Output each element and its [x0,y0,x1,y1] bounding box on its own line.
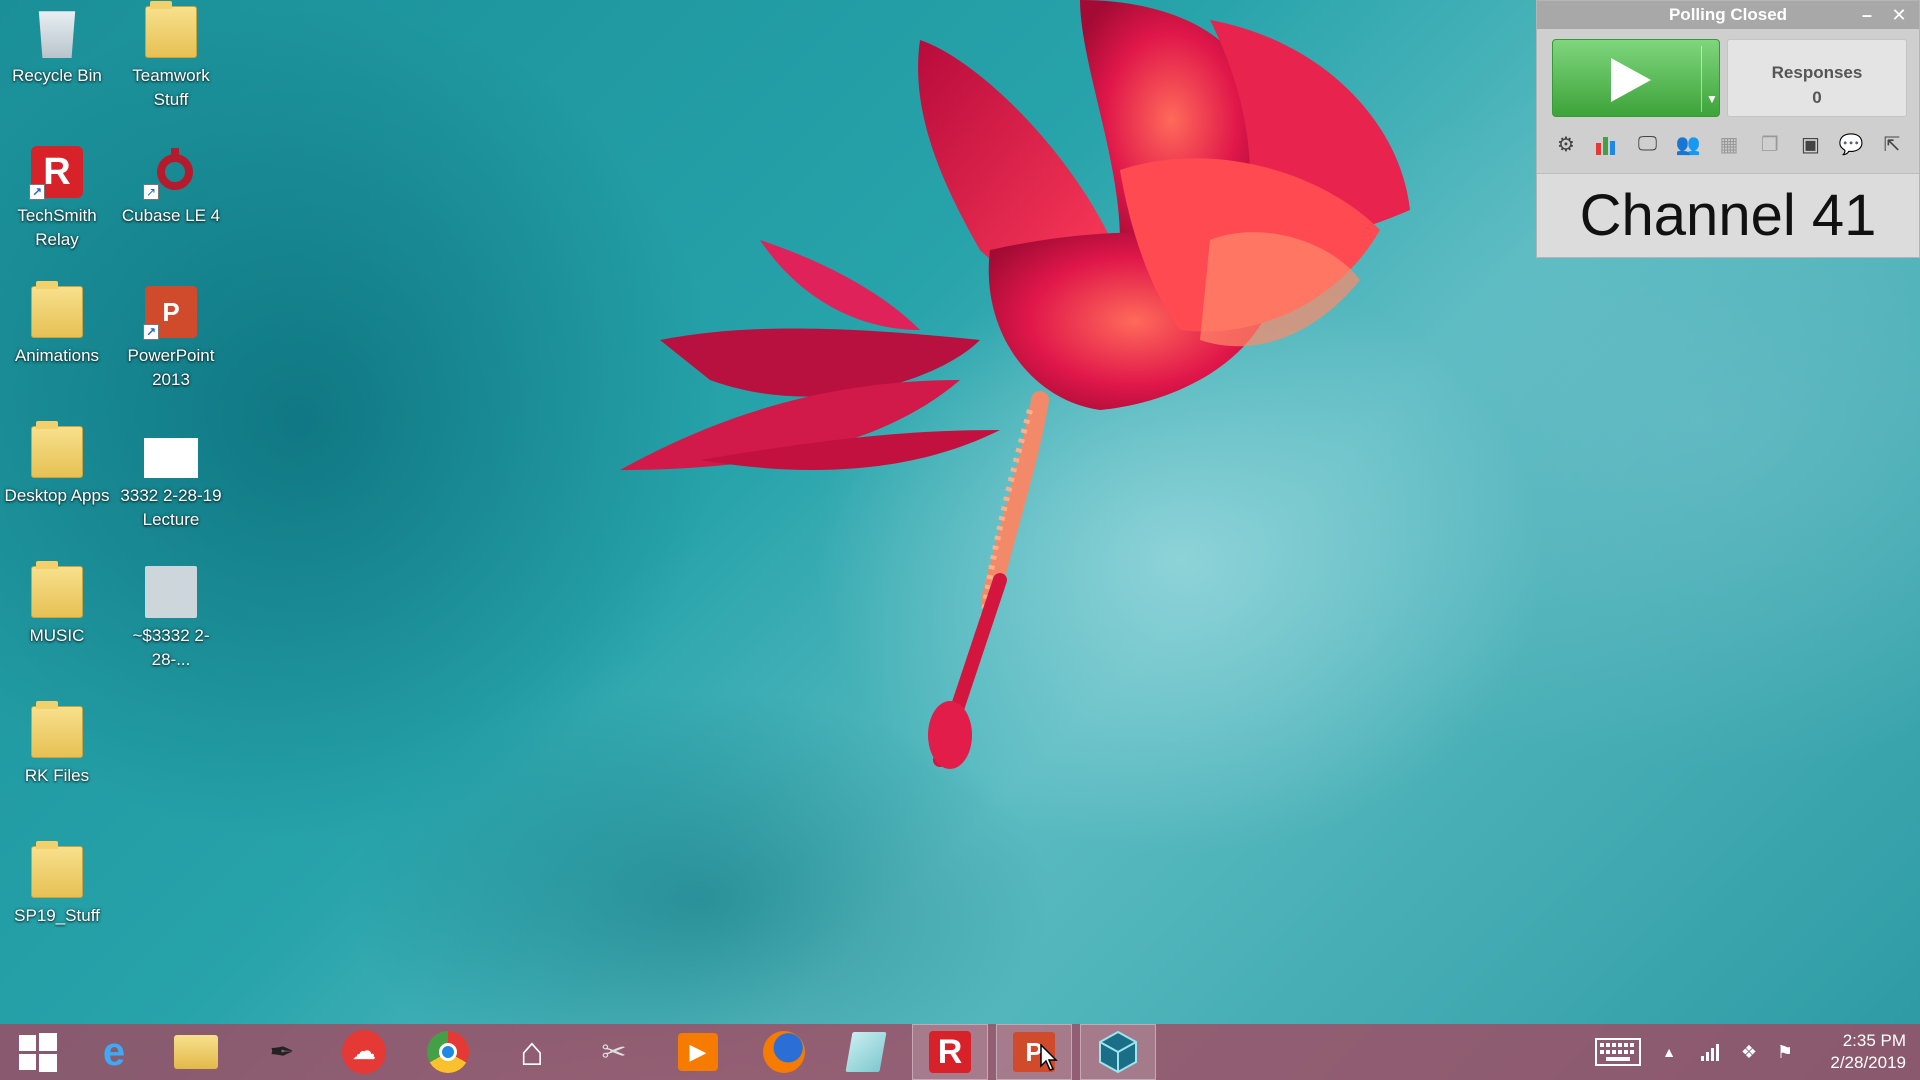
chrome-icon [426,1030,470,1074]
taskbar-notes[interactable] [828,1024,904,1080]
responses-label: Responses [1771,63,1863,82]
folder-icon [31,281,83,338]
icon-label: Animations [14,346,100,365]
polling-widget: Polling Closed – ✕ ▼ Responses 0 ⚙ 🖵 👥 ▦… [1536,0,1920,258]
folder-icon [31,841,83,898]
button-divider [1701,46,1702,112]
icon-label: Recycle Bin [12,66,102,85]
desktop-icon-desktop-apps[interactable]: Desktop Apps [2,421,112,508]
notes-icon [844,1030,888,1074]
poll-toolbar: ⚙ 🖵 👥 ▦ ❐ ▣ 💬 ⇱ [1545,125,1913,163]
clock[interactable]: 2:35 PM 2/28/2019 [1796,1030,1906,1074]
techsmith-relay-icon: R [928,1030,972,1074]
start-polling-button[interactable]: ▼ [1552,39,1720,117]
pen-icon: ✒ [269,1035,295,1069]
network-signal-icon[interactable] [1696,1024,1726,1080]
icon-label: PowerPoint 2013 [127,346,215,389]
clock-time: 2:35 PM [1842,1031,1906,1050]
display-icon[interactable]: 🖵 [1633,129,1663,159]
settings-icon[interactable]: ⚙ [1551,129,1581,159]
mouse-cursor-icon [1040,1044,1058,1071]
taskbar-pen-tool[interactable]: ✒ [244,1024,320,1080]
folder-icon [145,1,197,58]
media-player-icon: ▶ [676,1030,720,1074]
minimize-icon[interactable]: – [1853,1,1881,29]
internet-explorer-icon: e [102,1029,126,1074]
taskbar-3d-app[interactable] [1080,1024,1156,1080]
desktop-icon-cubase[interactable]: ↗ Cubase LE 4 [116,146,226,228]
icon-label: RK Files [24,766,90,785]
taskbar-internet-explorer[interactable]: e [76,1024,152,1080]
icon-label: SP19_Stuff [14,906,100,925]
folder-icon [31,561,83,618]
start-button[interactable] [0,1024,76,1080]
recycle-bin-icon [38,11,76,58]
taskbar-file-explorer[interactable] [158,1024,234,1080]
clock-date: 2/28/2019 [1830,1053,1906,1072]
folder-icon [31,701,83,758]
taskbar-powerpoint[interactable]: P [996,1024,1072,1080]
chat-icon[interactable]: 💬 [1836,129,1866,159]
document-icon [145,566,197,618]
taskbar-techsmith-relay[interactable]: R [912,1024,988,1080]
bar-chart-icon[interactable] [1592,129,1622,159]
desktop-icon-rk-files[interactable]: RK Files [2,701,112,788]
home-icon: ⌂ [519,1029,545,1074]
taskbar-firefox[interactable] [746,1024,822,1080]
cubase-icon: ↗ [143,146,197,200]
desktop-icon-animations[interactable]: Animations [2,281,112,368]
play-icon [1611,58,1651,102]
icon-label: ~$3332 2-28-... [132,626,210,669]
folder-icon [174,1030,218,1074]
desktop-icon-teamwork-stuff[interactable]: Teamwork Stuff [116,1,226,112]
taskbar-media-player[interactable]: ▶ [660,1024,736,1080]
cloud-icon: ☁ [342,1030,386,1074]
powerpoint-icon: P ↗ [143,286,197,340]
export-icon[interactable]: ⇱ [1877,129,1907,159]
icon-label: MUSIC [29,626,85,645]
desktop-icon-techsmith-relay[interactable]: R ↗ TechSmith Relay [2,146,112,252]
icon-label: Cubase LE 4 [121,206,221,225]
poll-title: Polling Closed [1668,5,1788,24]
stack-icon[interactable]: ❐ [1755,129,1785,159]
icon-label: Desktop Apps [4,486,110,505]
techsmith-relay-icon: R ↗ [29,146,83,200]
dropdown-chevron-icon[interactable]: ▼ [1706,92,1718,106]
windows-icon [19,1033,57,1072]
wallpaper-flower [620,0,1410,769]
responses-panel[interactable]: Responses 0 [1727,39,1907,117]
file-thumbnail-icon [144,438,198,478]
desktop-icon-lecture[interactable]: 3332 2-28-19 Lecture [116,426,226,532]
close-icon[interactable]: ✕ [1885,1,1913,29]
desktop-icon-temp-file[interactable]: ~$3332 2-28-... [116,566,226,672]
poll-titlebar[interactable]: Polling Closed – ✕ [1537,1,1919,29]
icon-label: TechSmith Relay [17,206,97,249]
image-icon[interactable]: ▣ [1796,129,1826,159]
icon-label: Teamwork Stuff [132,66,210,109]
taskbar-cloud[interactable]: ☁ [326,1024,402,1080]
desktop-icon-music[interactable]: MUSIC [2,561,112,648]
scissors-icon: ✂ [601,1035,627,1069]
cube-icon [1096,1030,1140,1074]
dropbox-icon[interactable]: ❖ [1734,1024,1764,1080]
grid-icon[interactable]: ▦ [1714,129,1744,159]
channel-display: Channel 41 [1537,173,1919,257]
desktop-icon-recycle-bin[interactable]: Recycle Bin [2,6,112,88]
taskbar-home[interactable]: ⌂ [494,1024,570,1080]
show-hidden-icons-chevron-icon[interactable]: ▲ [1654,1024,1684,1080]
desktop-icon-powerpoint[interactable]: P ↗ PowerPoint 2013 [116,286,226,392]
participants-icon[interactable]: 👥 [1673,129,1703,159]
taskbar-snipping-tool[interactable]: ✂ [576,1024,652,1080]
desktop-icon-sp19-stuff[interactable]: SP19_Stuff [2,841,112,928]
keyboard-icon[interactable] [1590,1024,1646,1080]
firefox-icon [762,1030,806,1074]
icon-label: 3332 2-28-19 Lecture [120,486,222,529]
responses-count: 0 [1812,88,1822,107]
taskbar: e ✒ ☁ ⌂ ✂ ▶ R P ▲ ❖ ⚑ 2:35 PM 2/28/2019 [0,1024,1920,1080]
taskbar-chrome[interactable] [410,1024,486,1080]
folder-icon [31,421,83,478]
